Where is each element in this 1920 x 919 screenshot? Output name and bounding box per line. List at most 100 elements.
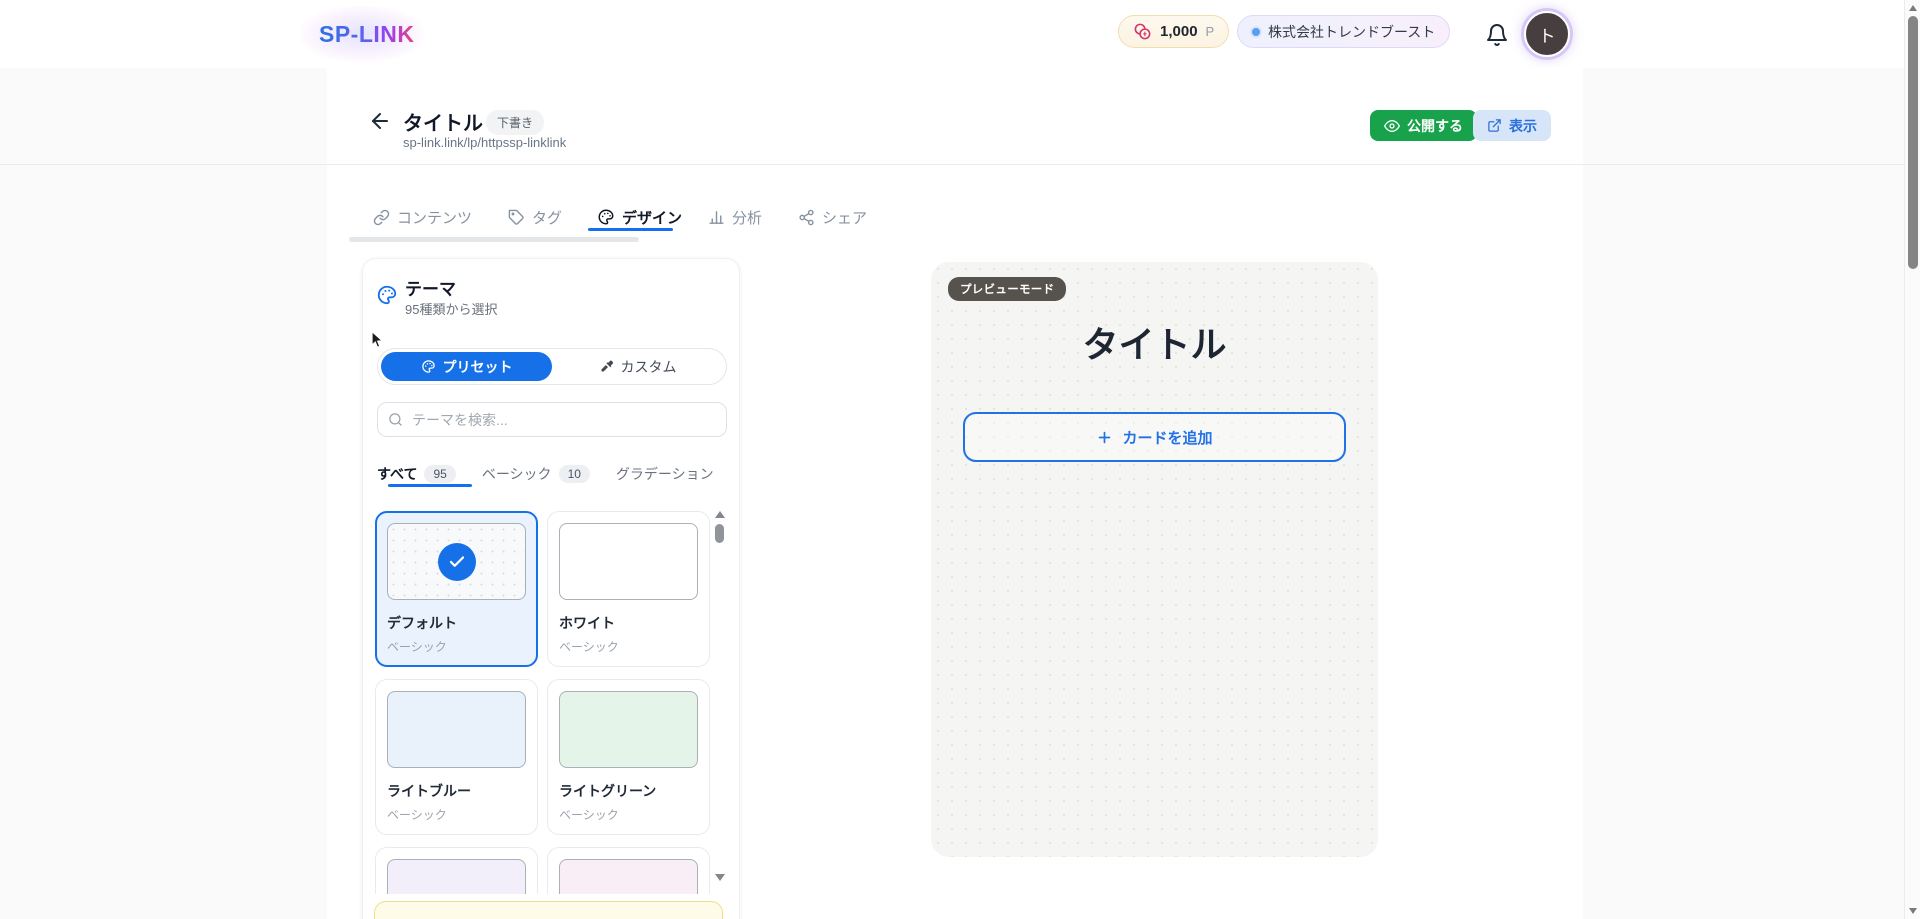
scrollbar-thumb[interactable]	[1908, 16, 1918, 269]
avatar-initial: ト	[1539, 22, 1556, 47]
theme-swatch	[559, 691, 698, 768]
theme-card-white[interactable]: ホワイト ベーシック	[547, 511, 710, 667]
theme-panel-subtitle: 95種類から選択	[405, 299, 497, 318]
selected-check-icon	[438, 543, 476, 581]
filter-basic-count: 10	[559, 465, 590, 483]
preview-page-title: タイトル	[931, 316, 1378, 368]
notice-box	[374, 901, 723, 919]
top-header: SP-LINK 1,000 P 株式会社トレンドブースト ト	[0, 0, 1920, 68]
preview-panel: プレビューモード タイトル カードを追加	[931, 262, 1378, 857]
theme-name: ライトブルー	[387, 781, 526, 801]
notifications-bell-icon[interactable]	[1485, 23, 1509, 47]
theme-grid-scroll-down-arrow[interactable]	[715, 874, 725, 884]
back-arrow-icon[interactable]	[368, 109, 392, 133]
theme-grid: デフォルト ベーシック ホワイト ベーシック ライトブルー ベーシック ライトグ…	[375, 509, 713, 894]
title-section-divider	[0, 164, 1904, 165]
scrollbar-down-arrow[interactable]	[1909, 908, 1917, 914]
filter-all-label: すべて	[377, 464, 417, 484]
filter-basic[interactable]: ベーシック 10	[482, 464, 590, 484]
tab-design[interactable]: デザイン	[597, 204, 682, 230]
theme-category: ベーシック	[387, 806, 526, 823]
user-avatar[interactable]: ト	[1524, 11, 1570, 57]
tabs-horizontal-scrollbar[interactable]	[349, 237, 639, 242]
add-card-button[interactable]: カードを追加	[963, 412, 1346, 462]
theme-swatch	[559, 859, 698, 894]
theme-category: ベーシック	[559, 806, 698, 823]
tab-tags[interactable]: タグ	[508, 204, 562, 230]
share-icon	[798, 209, 815, 226]
publish-button-label: 公開する	[1407, 116, 1463, 136]
points-badge[interactable]: 1,000 P	[1118, 15, 1229, 48]
palette-icon	[597, 208, 615, 226]
page-url: sp-link.link/lp/httpssp-linklink	[403, 135, 566, 150]
tab-share[interactable]: シェア	[798, 204, 867, 230]
segment-preset[interactable]: プリセット	[381, 352, 552, 381]
eyedropper-icon	[599, 359, 614, 374]
tab-analytics[interactable]: 分析	[708, 204, 762, 230]
theme-swatch	[387, 691, 526, 768]
theme-name: ライトグリーン	[559, 781, 698, 801]
points-unit: P	[1206, 24, 1215, 39]
search-icon	[388, 412, 403, 427]
coins-icon	[1133, 22, 1152, 41]
theme-category: ベーシック	[559, 638, 698, 655]
theme-card-lightblue[interactable]: ライトブルー ベーシック	[375, 679, 538, 835]
filter-all[interactable]: すべて 95	[377, 464, 456, 484]
segment-custom-label: カスタム	[621, 357, 677, 377]
filter-all-count: 95	[424, 465, 455, 483]
view-button[interactable]: 表示	[1473, 110, 1551, 141]
segment-preset-label: プリセット	[443, 357, 513, 377]
theme-panel: テーマ 95種類から選択 プリセット カス	[362, 258, 740, 919]
filter-gradient-label: グラデーション	[616, 464, 714, 484]
theme-swatch	[559, 523, 698, 600]
preview-mode-badge: プレビューモード	[948, 277, 1066, 301]
tab-design-label: デザイン	[622, 207, 682, 228]
tab-contents-label: コンテンツ	[397, 207, 472, 228]
theme-name: ホワイト	[559, 613, 698, 633]
segment-custom[interactable]: カスタム	[552, 352, 723, 381]
app-logo[interactable]: SP-LINK	[319, 21, 415, 48]
link-icon	[373, 209, 390, 226]
eye-icon	[1384, 118, 1400, 134]
theme-mode-segmented-control: プリセット カスタム	[377, 348, 727, 385]
theme-panel-title: テーマ	[405, 275, 456, 300]
publish-button[interactable]: 公開する	[1370, 110, 1477, 141]
company-status-dot	[1252, 28, 1260, 36]
add-card-button-label: カードを追加	[1122, 427, 1212, 448]
points-value: 1,000	[1160, 23, 1198, 40]
active-filter-underline	[388, 484, 472, 487]
theme-card-default[interactable]: デフォルト ベーシック	[375, 511, 538, 667]
plus-icon	[1096, 429, 1113, 446]
tab-tags-label: タグ	[532, 207, 562, 228]
page-scrollbar[interactable]	[1904, 0, 1920, 919]
active-tab-underline	[588, 228, 673, 231]
theme-search	[377, 402, 727, 437]
page-title: タイトル	[403, 107, 483, 136]
filter-basic-label: ベーシック	[482, 464, 552, 484]
filter-gradient[interactable]: グラデーション	[616, 464, 714, 484]
app-window: SP-LINK 1,000 P 株式会社トレンドブースト ト	[0, 0, 1920, 919]
bar-chart-icon	[708, 209, 725, 226]
view-button-label: 表示	[1509, 116, 1537, 136]
tab-contents[interactable]: コンテンツ	[373, 204, 472, 230]
theme-grid-scrollbar-thumb[interactable]	[715, 524, 724, 543]
theme-grid-scroll-up-arrow[interactable]	[715, 511, 725, 521]
draft-status-badge: 下書き	[486, 110, 544, 135]
company-name: 株式会社トレンドブースト	[1268, 22, 1435, 42]
theme-swatch	[387, 859, 526, 894]
tab-analytics-label: 分析	[732, 207, 762, 228]
palette-icon	[421, 359, 436, 374]
theme-card[interactable]	[375, 847, 538, 894]
theme-category: ベーシック	[387, 638, 526, 655]
theme-name: デフォルト	[387, 613, 526, 633]
theme-swatch	[387, 523, 526, 600]
tag-icon	[508, 209, 525, 226]
company-badge[interactable]: 株式会社トレンドブースト	[1237, 15, 1450, 48]
theme-search-input[interactable]	[377, 402, 727, 437]
scrollbar-up-arrow[interactable]	[1909, 5, 1917, 11]
external-link-icon	[1487, 118, 1502, 133]
theme-card-lightgreen[interactable]: ライトグリーン ベーシック	[547, 679, 710, 835]
tab-share-label: シェア	[822, 207, 867, 228]
theme-card[interactable]	[547, 847, 710, 894]
palette-icon	[376, 284, 398, 306]
